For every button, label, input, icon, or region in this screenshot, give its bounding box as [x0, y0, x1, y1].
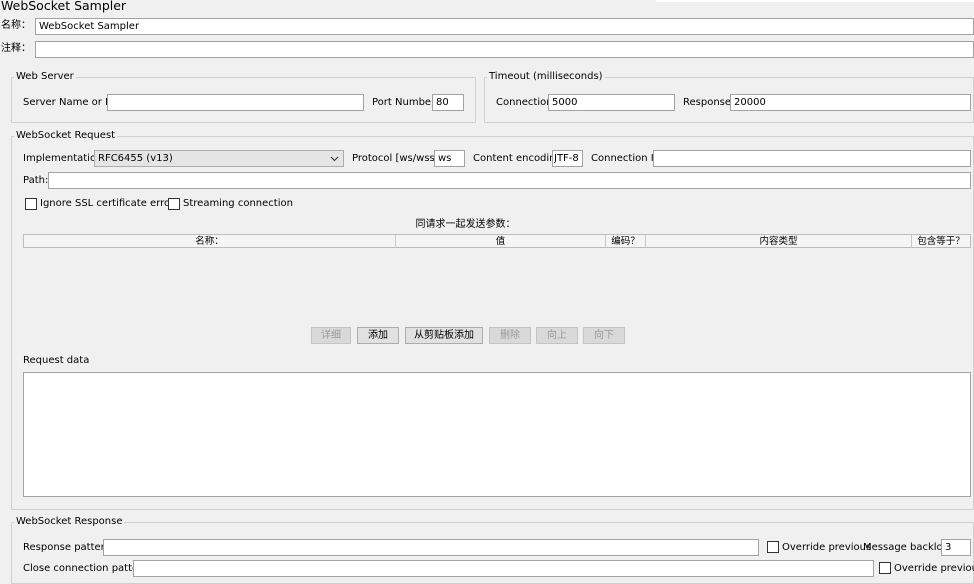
name-field[interactable] [35, 18, 974, 35]
implementation-select[interactable]: RFC6455 (v13) [94, 150, 344, 167]
delete-button[interactable]: 删除 [489, 327, 531, 344]
params-table: 名称： 值 编码？ 内容类型 包含等于？ [23, 234, 971, 326]
request-data-label: Request data [23, 355, 90, 366]
name-label: 名称： [1, 20, 31, 31]
protocol-label: Protocol [ws/wss]: [352, 153, 443, 164]
message-backlog-field[interactable] [941, 539, 971, 556]
connection-timeout-field[interactable] [548, 94, 675, 111]
params-title: 同请求一起发送参数： [415, 219, 516, 230]
implementation-value: RFC6455 (v13) [98, 153, 173, 164]
connection-id-field[interactable] [653, 150, 971, 167]
response-timeout-label: Response: [683, 97, 735, 108]
message-backlog-label: Message backlog: [863, 542, 953, 553]
server-name-label: Server Name or IP: [23, 97, 118, 108]
websocket-request-legend: WebSocket Request [14, 130, 118, 142]
path-field[interactable] [48, 172, 971, 189]
column-header-encode[interactable]: 编码？ [606, 235, 646, 248]
detail-button[interactable]: 详细 [311, 327, 351, 344]
comment-field[interactable] [35, 41, 974, 58]
response-timeout-field[interactable] [730, 94, 971, 111]
server-name-field[interactable] [107, 94, 364, 111]
title-strip [656, 0, 974, 2]
connection-timeout-label: Connection: [496, 97, 556, 108]
move-down-button[interactable]: 向下 [583, 327, 625, 344]
comment-label: 注释： [1, 43, 31, 54]
ignore-ssl-label: Ignore SSL certificate errors [40, 198, 180, 209]
streaming-connection-checkbox[interactable] [168, 198, 180, 210]
websocket-response-legend: WebSocket Response [14, 516, 125, 528]
protocol-field[interactable] [434, 150, 465, 167]
web-server-legend: Web Server [14, 71, 76, 83]
override-previous-label: Override previous [782, 542, 872, 553]
column-header-name[interactable]: 名称： [24, 235, 396, 248]
params-table-header: 名称： 值 编码？ 内容类型 包含等于？ [23, 234, 971, 248]
column-header-content-type[interactable]: 内容类型 [646, 235, 912, 248]
chevron-down-icon [330, 156, 339, 162]
ignore-ssl-checkbox[interactable] [25, 198, 37, 210]
request-data-textarea[interactable] [23, 372, 971, 497]
path-label: Path: [23, 175, 49, 186]
content-encoding-field[interactable] [552, 150, 583, 167]
response-pattern-label: Response pattern: [23, 542, 115, 553]
close-connection-pattern-field[interactable] [133, 560, 874, 577]
add-button[interactable]: 添加 [357, 327, 399, 344]
override-previous-checkbox[interactable] [767, 541, 779, 553]
add-from-clipboard-button[interactable]: 从剪贴板添加 [405, 327, 483, 344]
column-header-include-equals[interactable]: 包含等于？ [912, 235, 970, 248]
response-pattern-field[interactable] [103, 539, 759, 556]
move-up-button[interactable]: 向上 [536, 327, 578, 344]
port-number-label: Port Number: [372, 97, 439, 108]
page-title: WebSocket Sampler [1, 0, 127, 13]
port-number-field[interactable] [432, 94, 464, 111]
timeout-legend: Timeout (milliseconds) [487, 71, 605, 83]
override-previous-close-checkbox[interactable] [879, 562, 891, 574]
override-previous-close-label: Override previous [894, 563, 974, 574]
streaming-connection-label: Streaming connection [183, 198, 293, 209]
column-header-value[interactable]: 值 [396, 235, 606, 248]
